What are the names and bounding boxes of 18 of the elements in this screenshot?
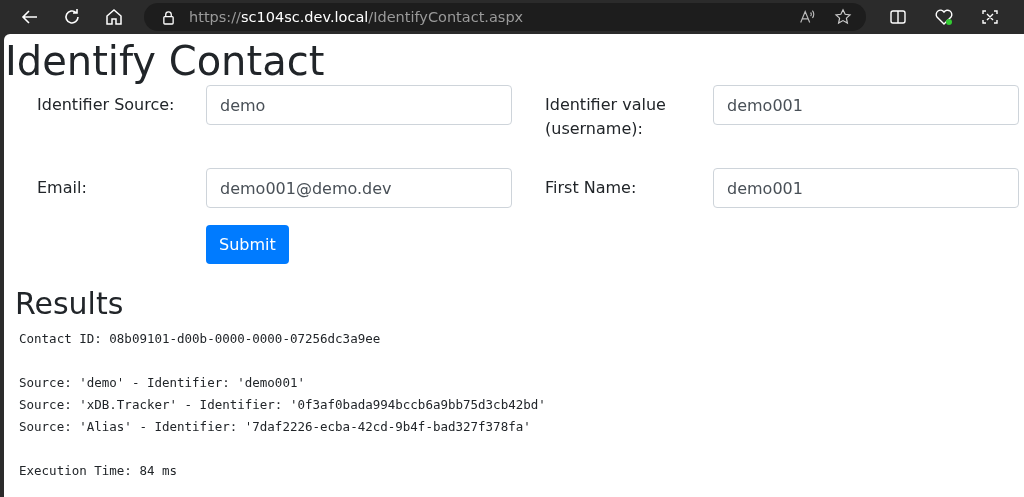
result-line: Contact ID: 08b09101-d00b-0000-0000-07256dc3a9ee [19,330,382,348]
result-line: Execution Time: 84 ms [19,462,179,480]
field-label: Identifier Source: [37,94,176,116]
submit-button[interactable]: Submit [206,225,289,264]
input-field[interactable]: demo001 [713,168,1019,208]
url-text: https://sc104sc.dev.local/IdentifyContact.aspx [189,9,524,25]
input-field[interactable]: demo [206,85,512,125]
field-label: Identifier value (username): [544,94,667,140]
results-heading: Results [15,286,125,322]
address-bar[interactable]: https://sc104sc.dev.local/IdentifyContact.aspx [144,3,866,31]
page-title: Identify Contact [5,37,326,86]
input-field[interactable]: demo001@demo.dev [206,168,512,208]
input-field[interactable]: demo001 [713,85,1019,125]
field-label: Email: [37,177,88,199]
result-line: Source: 'Alias' - Identifier: '7daf2226-ecba-42cd-9b4f-bad327f378fa' [19,418,532,436]
result-line: Source: 'demo' - Identifier: 'demo001' [19,374,306,392]
result-line: Source: 'xDB.Tracker' - Identifier: '0f3af0bada994bccb6a9bb75d3cb42bd' [19,396,547,414]
field-label: First Name: [544,177,638,199]
